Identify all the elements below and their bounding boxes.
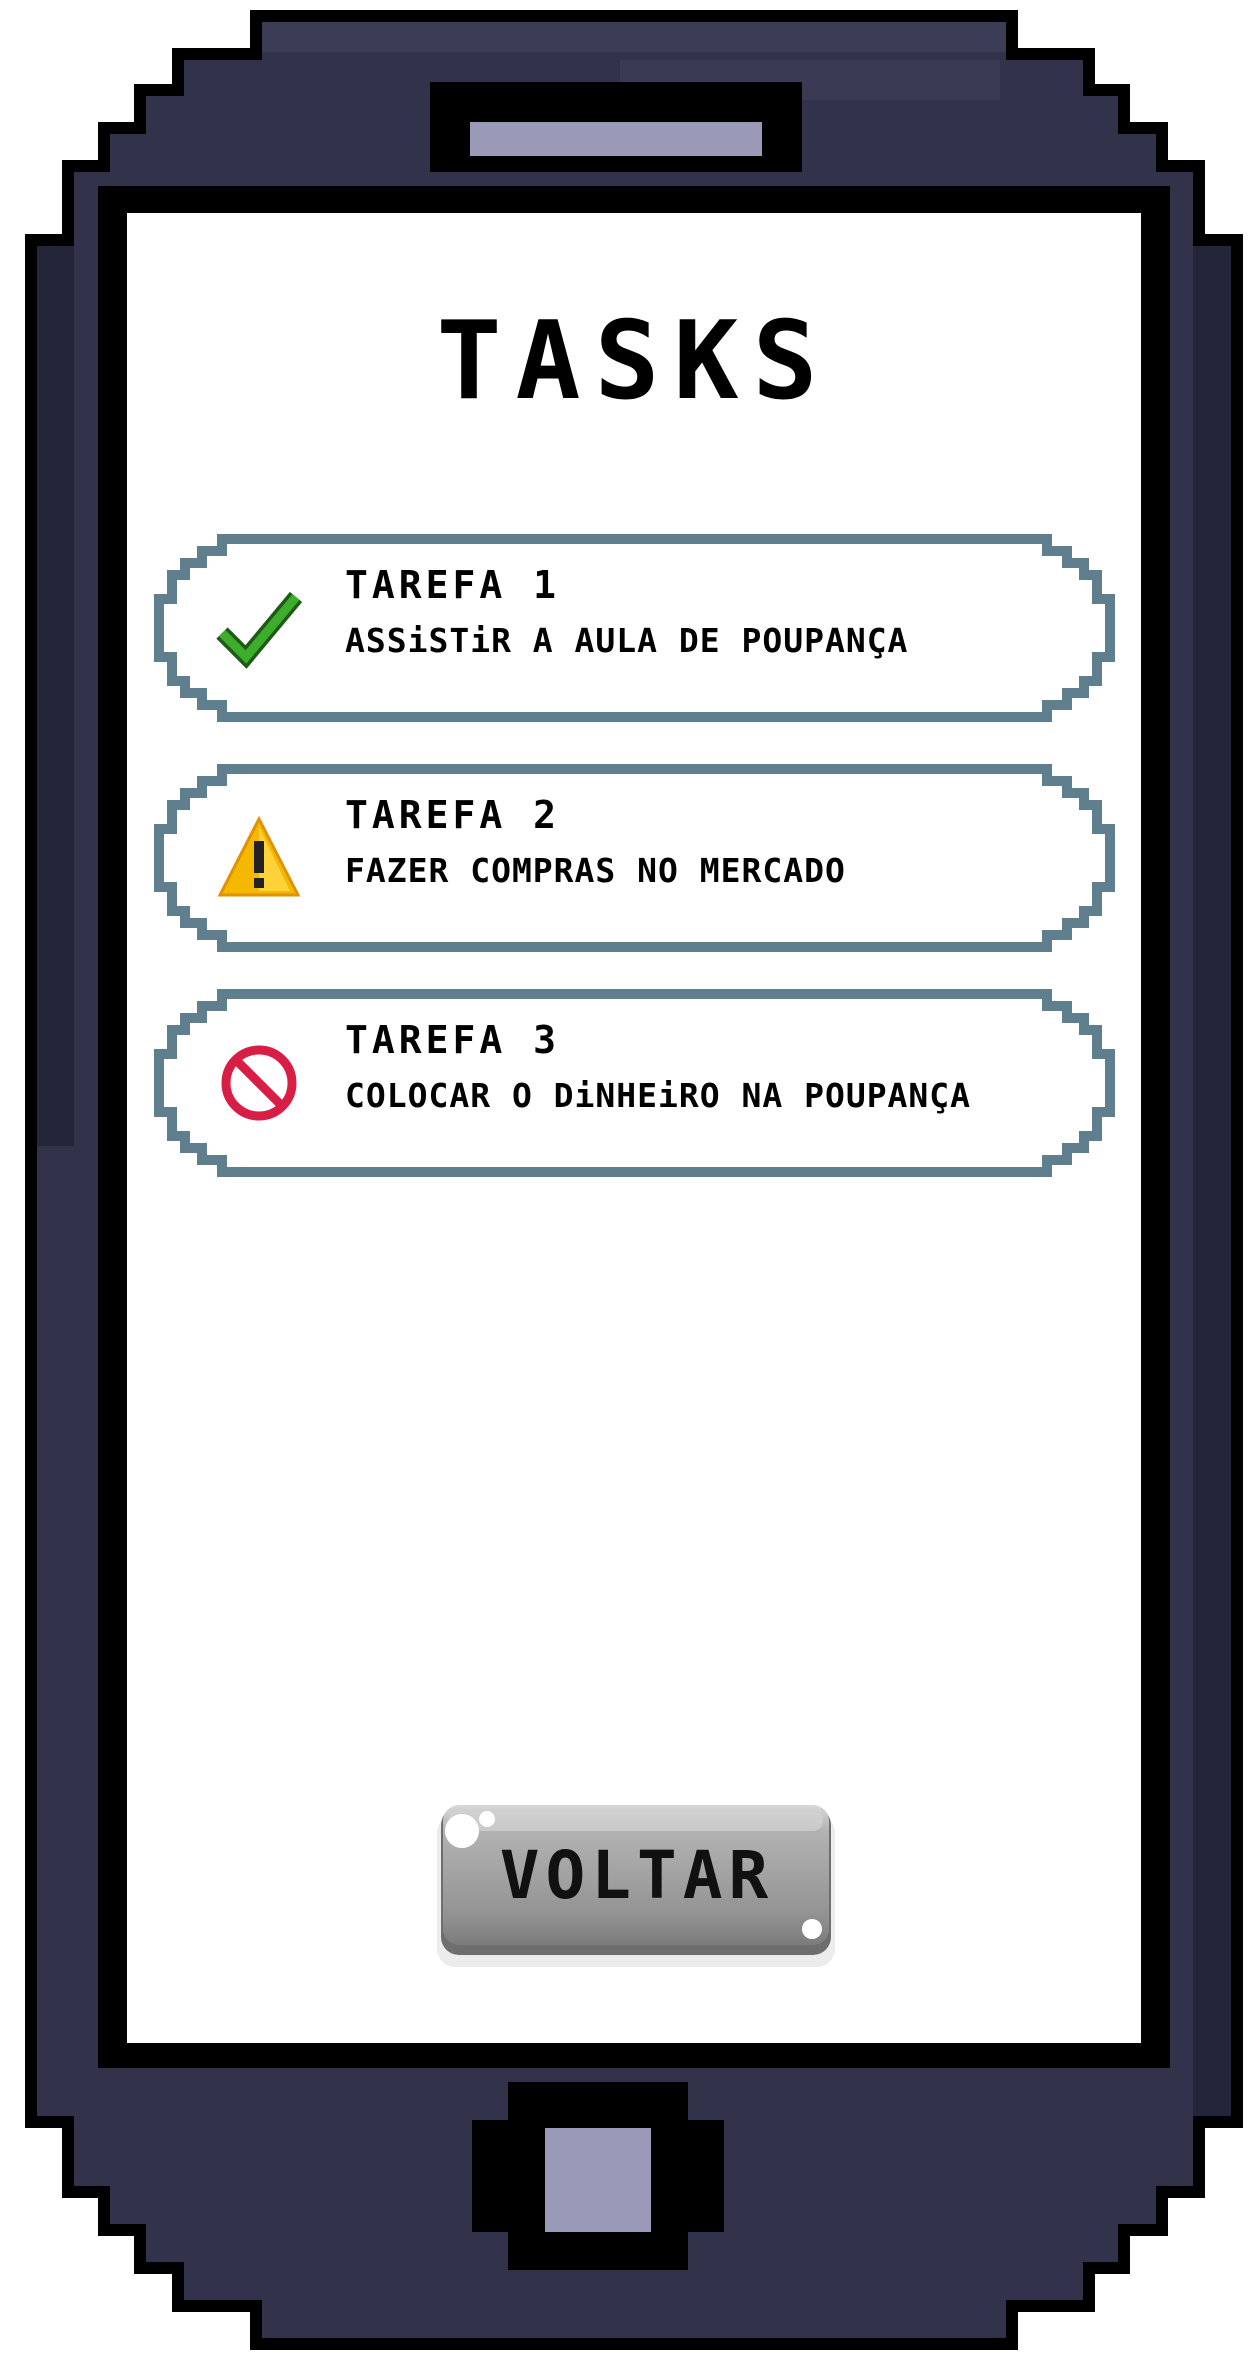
warning-icon [217,815,301,897]
back-button-label: VOLTAR [499,1837,775,1914]
task-card-3[interactable]: TAREFA 3 COLOCAR O DiNHEiRO NA POUPANÇA [152,988,1117,1178]
check-icon [216,591,302,669]
speaker-grill [470,122,762,156]
task-description: COLOCAR O DiNHEiRO NA POUPANÇA [345,1076,972,1115]
task-title: TAREFA 3 [345,1018,561,1062]
task-description: FAZER COMPRAS NO MERCADO [345,851,846,890]
phone-screen: TASKS TAREFA 1 ASSiSTiR A AULA DE POUPAN… [127,213,1141,2043]
prohibited-icon [221,1045,297,1121]
page-title: TASKS [436,299,832,424]
task-title: TAREFA 2 [345,793,561,837]
task-description: ASSiSTiR A AULA DE POUPANÇA [345,621,909,660]
task-card-2[interactable]: TAREFA 2 FAZER COMPRAS NO MERCADO [152,763,1117,953]
home-button [545,2128,651,2232]
back-button[interactable]: VOLTAR [435,1801,839,1971]
task-title: TAREFA 1 [345,563,561,607]
task-card-1[interactable]: TAREFA 1 ASSiSTiR A AULA DE POUPANÇA [152,533,1117,723]
